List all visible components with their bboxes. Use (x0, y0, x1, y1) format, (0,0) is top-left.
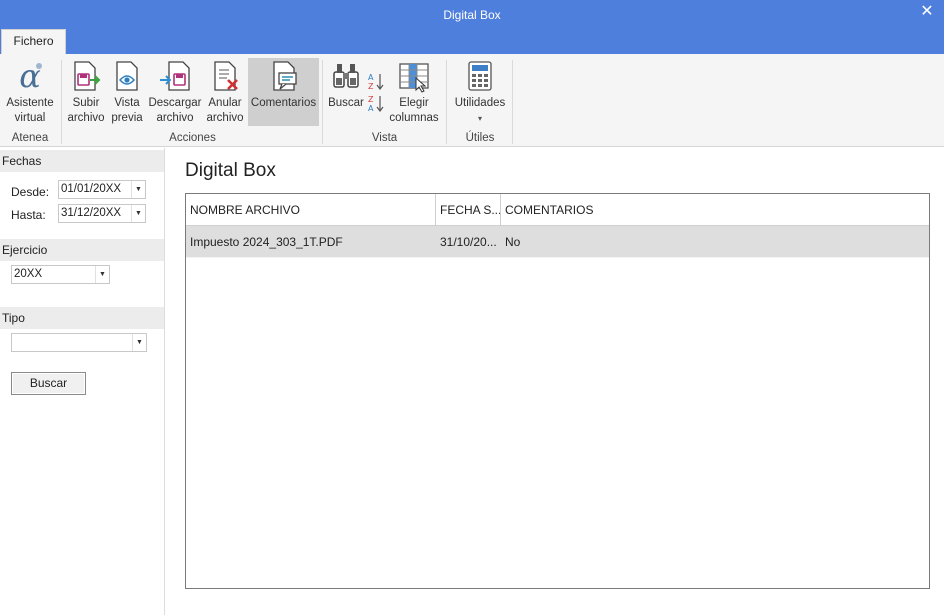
column-header-nombre[interactable]: NOMBRE ARCHIVO (186, 194, 436, 226)
columns-icon (399, 63, 429, 93)
comentarios-label: Comentarios (250, 97, 317, 109)
page-title: Digital Box (185, 160, 276, 181)
chevron-down-icon[interactable]: ▼ (131, 181, 145, 198)
title-bar: Digital Box ✕ (0, 0, 944, 32)
comments-icon (272, 61, 297, 91)
utilidades-label: Utilidades (454, 97, 506, 109)
binoculars-icon (333, 64, 359, 88)
desde-date-picker[interactable]: 01/01/20XX ▼ (58, 180, 146, 199)
svg-text:Z: Z (368, 95, 374, 104)
asistente-label-2: virtual (14, 112, 46, 124)
ejercicio-header: Ejercicio (0, 239, 164, 261)
vista-label-2: previa (111, 112, 143, 124)
descargar-label-2: archivo (156, 112, 194, 124)
descargar-archivo-button[interactable]: Descargar archivo (148, 58, 202, 126)
vista-previa-button[interactable]: Vista previa (108, 58, 146, 126)
ejercicio-select[interactable]: 20XX ▼ (11, 265, 110, 284)
download-file-icon (160, 61, 190, 91)
tab-fichero[interactable]: Fichero (1, 29, 66, 54)
svg-text:A: A (368, 73, 374, 82)
table-header: NOMBRE ARCHIVO FECHA S... COMENTARIOS (186, 194, 929, 226)
ribbon: α Asistente virtual Atenea Subir archivo… (0, 54, 944, 147)
chevron-down-icon[interactable]: ▼ (95, 266, 109, 283)
hasta-label: Hasta: (11, 208, 46, 222)
group-label-vista: Vista (371, 132, 398, 144)
preview-icon (116, 61, 138, 91)
desde-label: Desde: (11, 185, 50, 199)
ribbon-separator (512, 60, 513, 144)
filter-panel: Fechas Desde: 01/01/20XX ▼ Hasta: 31/12/… (0, 148, 165, 615)
comentarios-button[interactable]: Comentarios (248, 58, 319, 126)
group-label-utiles: Útiles (465, 132, 495, 144)
asistente-label-1: Asistente (6, 97, 54, 109)
anular-archivo-button[interactable]: Anular archivo (204, 58, 246, 126)
ribbon-separator (446, 60, 447, 144)
chevron-down-icon[interactable]: ▼ (131, 205, 145, 222)
tipo-header: Tipo (0, 307, 164, 329)
elegir-label-1: Elegir (399, 97, 429, 109)
elegir-label-2: columnas (389, 112, 439, 124)
files-table: NOMBRE ARCHIVO FECHA S... COMENTARIOS Im… (185, 193, 930, 589)
buscar-ribbon-label: Buscar (328, 97, 364, 109)
subir-label-1: Subir (72, 97, 100, 109)
buscar-ribbon-button[interactable]: Buscar (327, 58, 365, 126)
chevron-down-icon[interactable]: ▼ (132, 334, 146, 351)
cell-nombre: Impuesto 2024_303_1T.PDF (190, 235, 343, 249)
hasta-value: 31/12/20XX (61, 207, 122, 219)
svg-text:A: A (368, 104, 374, 113)
utilidades-button[interactable]: Utilidades ▾ (452, 58, 508, 126)
fechas-header: Fechas (0, 150, 164, 172)
subir-label-2: archivo (67, 112, 105, 124)
svg-text:Z: Z (368, 82, 374, 91)
anular-label-2: archivo (206, 112, 244, 124)
sort-az-icon: A Z (368, 73, 384, 91)
descargar-label-1: Descargar (148, 97, 202, 109)
ribbon-separator (322, 60, 323, 144)
alpha-icon: α (19, 58, 42, 94)
close-icon[interactable]: ✕ (916, 2, 938, 22)
ribbon-tab-strip: Fichero (0, 29, 944, 54)
cancel-file-icon (214, 61, 238, 91)
elegir-columnas-button[interactable]: Elegir columnas (388, 58, 440, 126)
sort-az-button[interactable]: A Z (367, 72, 385, 92)
desde-value: 01/01/20XX (61, 183, 122, 195)
calculator-icon (468, 61, 492, 91)
anular-label-1: Anular (208, 97, 242, 109)
group-label-acciones: Acciones (169, 132, 216, 144)
sort-za-icon: Z A (368, 95, 384, 113)
chevron-down-icon: ▾ (477, 114, 482, 123)
vista-label-1: Vista (114, 97, 140, 109)
table-row[interactable]: Impuesto 2024_303_1T.PDF 31/10/20... No (186, 226, 929, 258)
group-label-atenea: Atenea (11, 132, 49, 144)
asistente-virtual-button[interactable]: α Asistente virtual (4, 58, 56, 126)
ejercicio-value: 20XX (14, 268, 43, 280)
sort-za-button[interactable]: Z A (367, 94, 385, 114)
window-title: Digital Box (443, 8, 501, 22)
subir-archivo-button[interactable]: Subir archivo (66, 58, 106, 126)
cell-fecha: 31/10/20... (440, 235, 497, 249)
cell-comentarios: No (505, 235, 521, 249)
column-header-comentarios[interactable]: COMENTARIOS (501, 194, 929, 226)
upload-file-icon (74, 61, 101, 91)
tipo-select[interactable]: ▼ (11, 333, 147, 352)
hasta-date-picker[interactable]: 31/12/20XX ▼ (58, 204, 146, 223)
column-header-fecha[interactable]: FECHA S... (436, 194, 501, 226)
buscar-button[interactable]: Buscar (11, 372, 86, 395)
ribbon-separator (61, 60, 62, 144)
